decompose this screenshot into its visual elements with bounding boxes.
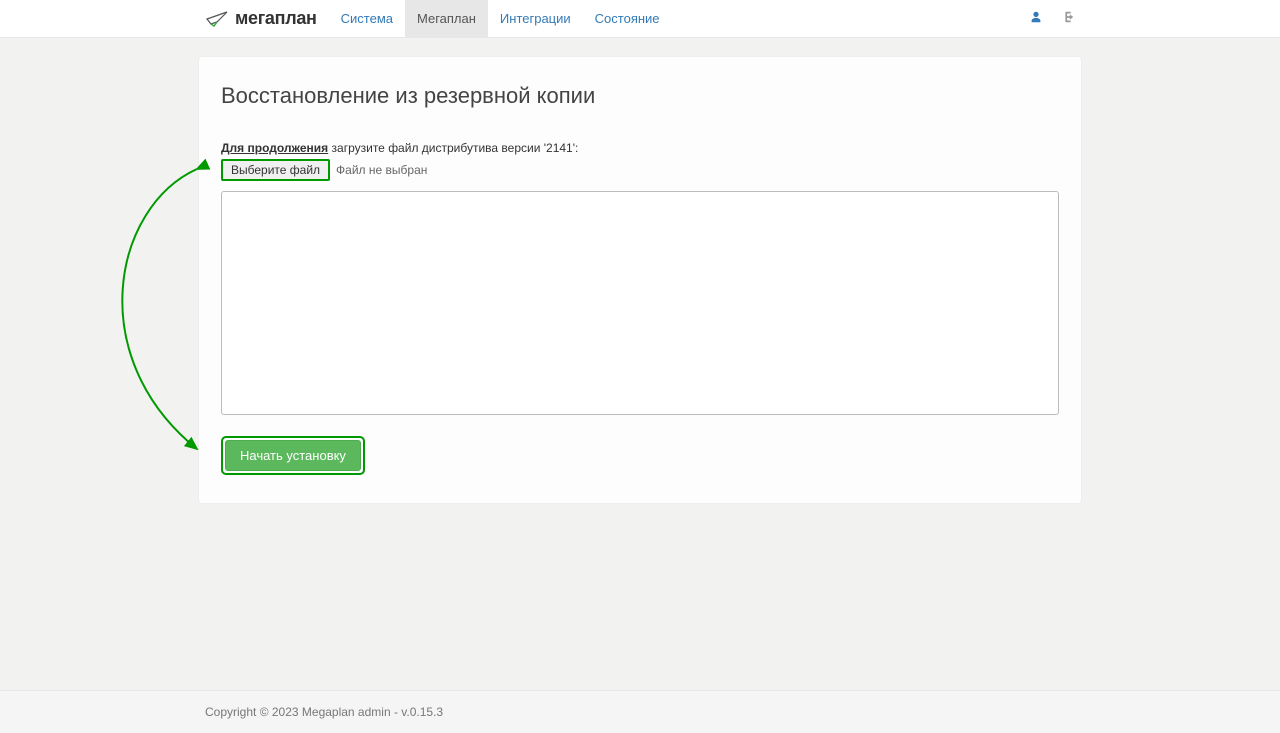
logo-text: мегаплан (235, 8, 317, 29)
main-panel: Восстановление из резервной копии Для пр… (198, 56, 1082, 504)
choose-file-button[interactable]: Выберите файл (221, 159, 330, 181)
footer-text: Copyright © 2023 Megaplan admin - v.0.15… (205, 705, 1075, 719)
user-icon[interactable] (1029, 10, 1043, 27)
nav-item-megaplan[interactable]: Мегаплан (405, 0, 488, 37)
logout-icon[interactable] (1061, 10, 1075, 27)
start-install-button[interactable]: Начать установку (225, 440, 361, 471)
footer: Copyright © 2023 Megaplan admin - v.0.15… (0, 690, 1280, 733)
logo[interactable]: мегаплан (205, 0, 329, 37)
nav-item-status[interactable]: Состояние (583, 0, 672, 37)
annotation-arrow (93, 157, 233, 467)
nav-item-integrations[interactable]: Интеграции (488, 0, 583, 37)
top-navbar: мегаплан Система Мегаплан Интеграции Сос… (0, 0, 1280, 38)
log-textarea[interactable] (221, 191, 1059, 415)
page-title: Восстановление из резервной копии (221, 83, 1059, 109)
nav-item-system[interactable]: Система (329, 0, 405, 37)
paper-plane-icon (205, 9, 233, 29)
file-status-text: Файл не выбран (336, 163, 427, 177)
instruction-text: Для продолжения загрузите файл дистрибут… (221, 141, 1059, 155)
